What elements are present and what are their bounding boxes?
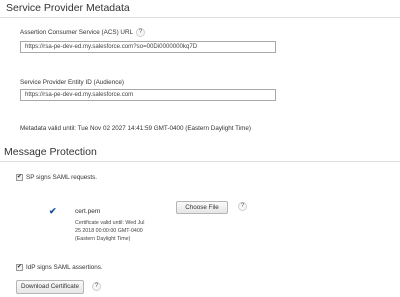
sp-signs-label: SP signs SAML requests. <box>26 174 98 181</box>
idp-signs-checkbox[interactable]: ✔ <box>16 264 23 271</box>
acs-url-field[interactable]: https://rsa-pe-dev-ed.my.salesforce.com?… <box>20 41 276 53</box>
metadata-valid-until: Metadata valid until: Tue Nov 02 2027 14… <box>20 125 252 132</box>
cert-valid-until: Certificate valid until: Wed Jul 25 2018… <box>75 220 145 242</box>
entity-id-field[interactable]: https://rsa-pe-dev-ed.my.salesforce.com <box>20 89 276 101</box>
section-divider <box>0 17 400 18</box>
section-divider <box>0 161 400 162</box>
help-icon[interactable]: ? <box>136 28 145 37</box>
help-icon[interactable]: ? <box>92 282 101 291</box>
idp-signs-label: IdP signs SAML assertions. <box>26 264 103 271</box>
sp-signs-checkbox[interactable]: ✔ <box>16 174 23 181</box>
checkmark-icon: ✔ <box>49 206 57 216</box>
help-icon[interactable]: ? <box>238 202 247 211</box>
message-protection-title: Message Protection <box>4 146 97 158</box>
download-certificate-button[interactable]: Download Certificate <box>16 280 84 294</box>
metadata-section-title: Service Provider Metadata <box>6 2 130 14</box>
cert-file-name: cert.pem <box>75 208 101 215</box>
choose-file-button[interactable]: Choose File <box>176 201 228 214</box>
entity-id-label: Service Provider Entity ID (Audience) <box>20 79 124 86</box>
acs-url-label: Assertion Consumer Service (ACS) URL <box>20 29 134 36</box>
